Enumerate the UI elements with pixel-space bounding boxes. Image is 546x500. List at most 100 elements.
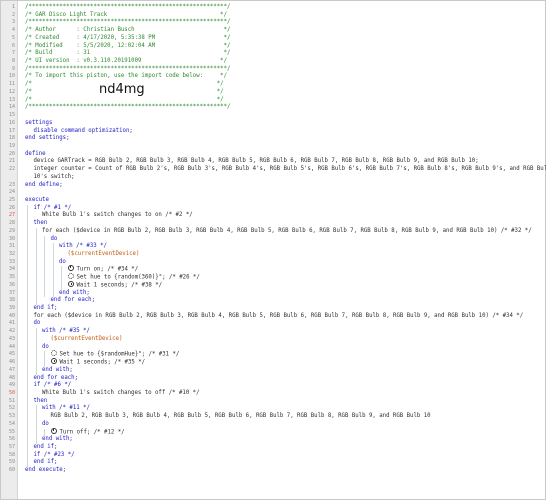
code-text[interactable]: end execute; [25, 467, 66, 475]
code-line: 51 then [1, 398, 545, 406]
line-number: 29 [8, 227, 15, 234]
code-line: 36 Wait 1 seconds; /* #38 */ [1, 280, 545, 290]
code-text[interactable]: /* Build : 31 */ [25, 50, 230, 58]
code-text-content: do [42, 343, 49, 350]
code-text[interactable]: /* UI version : v0.3.110.20191009 */ [25, 58, 227, 66]
code-text[interactable]: if /* #1 */ [34, 205, 72, 213]
code-text[interactable]: disable command optimization; [34, 128, 133, 136]
code-text-content: end for each; [33, 374, 79, 381]
code-text-content: integer counter = Count of RGB Bulb 2's,… [33, 166, 546, 173]
code-text[interactable]: then [34, 398, 48, 406]
code-text-content: /* */ [25, 96, 224, 103]
code-text[interactable]: /***************************************… [25, 4, 230, 12]
code-line: 42 with /* #35 */ [1, 328, 545, 336]
code-line: 55 Turn off; /* #12 */ [1, 427, 545, 437]
code-line: 20 define [1, 151, 545, 159]
line-number: 6 [11, 42, 15, 49]
code-text[interactable]: end if; [34, 444, 58, 452]
code-text[interactable]: do [59, 259, 66, 267]
code-text-content: Turn off; /* #12 */ [59, 429, 125, 436]
code-text[interactable]: define [25, 151, 46, 159]
code-text[interactable]: execute [25, 197, 49, 205]
line-number: 40 [8, 312, 15, 319]
code-text-content: 10's switch; [33, 173, 75, 180]
power-icon [50, 427, 57, 434]
line-number: 31 [8, 243, 15, 250]
indent-guide [35, 328, 37, 375]
code-text[interactable]: do [42, 421, 49, 429]
line-number: 4 [11, 27, 15, 34]
code-text[interactable]: end with; [59, 290, 90, 298]
code-text[interactable]: /* To import this piston, use the import… [25, 73, 227, 81]
code-line: 1 /**************************************… [1, 4, 545, 12]
code-text[interactable]: for each ($device in RGB Bulb 2, RGB Bul… [34, 313, 524, 321]
code-text-content: device GARTrack = RGB Bulb 2, RGB Bulb 3… [33, 158, 479, 165]
code-text[interactable]: device GARTrack = RGB Bulb 2, RGB Bulb 3… [34, 158, 479, 166]
code-text[interactable]: end for each; [51, 297, 96, 305]
code-text[interactable]: end with; [42, 367, 73, 375]
line-number: 44 [8, 343, 15, 350]
code-text[interactable]: 10's switch; [34, 174, 75, 182]
code-text[interactable]: end with; [42, 436, 73, 444]
code-text[interactable]: ($currentEventDevice) [68, 251, 140, 259]
line-number: 54 [8, 420, 15, 427]
code-line: 26 if /* #1 */ [1, 205, 545, 213]
code-text[interactable]: with /* #11 */ [42, 405, 90, 413]
line-number: 25 [8, 196, 15, 203]
power-icon [67, 265, 74, 272]
code-line: 60 end execute; [1, 467, 545, 475]
code-line: 33 do [1, 259, 545, 267]
code-text[interactable]: settings [25, 120, 52, 128]
indent-guide [52, 243, 54, 298]
code-text-content: if /* #1 */ [33, 204, 72, 211]
code-text[interactable]: /* */ [25, 97, 224, 105]
code-text[interactable]: /***************************************… [25, 66, 230, 74]
line-number: 37 [8, 289, 15, 296]
code-text-content: /***************************************… [25, 19, 231, 26]
code-line: 44 do [1, 344, 545, 352]
code-text[interactable]: end if; [34, 459, 58, 467]
code-text[interactable]: /* Modified : 5/5/2020, 12:02:04 AM */ [25, 43, 230, 51]
code-text[interactable]: /***************************************… [25, 19, 230, 27]
code-text[interactable]: /* GAR Disco Light Track */ [25, 12, 227, 20]
line-number: 10 [8, 73, 15, 80]
code-line: 27 White Bulb 1's switch changes to on /*… [1, 212, 545, 220]
code-line: 47 end with; [1, 367, 545, 375]
code-line: 48 end for each; [1, 375, 545, 383]
code-text[interactable]: White Bulb 1's switch changes to on /* #… [42, 212, 193, 220]
code-text[interactable]: integer counter = Count of RGB Bulb 2's,… [34, 166, 546, 174]
code-text-content: /* To import this piston, use the import… [25, 73, 228, 80]
code-text-content: /***************************************… [25, 4, 231, 10]
code-text[interactable]: if /* #6 */ [34, 382, 72, 390]
code-text-content: for each ($device in RGB Bulb 2, RGB Bul… [33, 312, 524, 319]
code-text[interactable]: /* Author : Christian Busch */ [25, 27, 230, 35]
code-text[interactable]: with /* #33 */ [59, 243, 107, 251]
code-line: 32 ($currentEventDevice) [1, 251, 545, 259]
code-text[interactable]: /***************************************… [25, 104, 230, 112]
code-text-content: ($currentEventDevice) [67, 251, 140, 257]
code-line: 59 end if; [1, 459, 545, 467]
code-text[interactable]: do [51, 236, 58, 244]
code-text[interactable]: end if; [34, 305, 58, 313]
code-text[interactable]: do [34, 320, 41, 328]
code-text[interactable]: end settings; [25, 135, 70, 143]
code-text[interactable]: RGB Bulb 2, RGB Bulb 3, RGB Bulb 4, RGB … [51, 413, 431, 421]
code-text[interactable]: if /* #23 */ [34, 452, 75, 460]
line-number: 3 [11, 19, 15, 26]
code-text[interactable]: White Bulb 1's switch changes to off /* … [42, 390, 200, 398]
line-number: 36 [8, 281, 15, 288]
code-text-content: do [33, 320, 41, 327]
code-text-content: /* UI version : v0.3.110.20191009 */ [25, 58, 228, 65]
code-text[interactable]: do [42, 344, 49, 352]
code-text-content: White Bulb 1's switch changes to off /* … [42, 389, 200, 396]
code-text[interactable]: for each ($device in RGB Bulb 2, RGB Bul… [42, 228, 532, 236]
code-text[interactable]: ($currentEventDevice) [51, 336, 123, 344]
code-text[interactable]: with /* #35 */ [42, 328, 90, 336]
code-text[interactable]: /* Created : 4/17/2020, 5:35:38 PM */ [25, 35, 230, 43]
code-text-content: with /* #33 */ [59, 243, 107, 250]
import-code[interactable]: nd4mg [99, 83, 145, 96]
code-text[interactable]: end define; [25, 182, 63, 190]
indent-guide [44, 351, 45, 367]
code-text[interactable]: then [34, 220, 48, 228]
code-text[interactable]: end for each; [34, 375, 79, 383]
